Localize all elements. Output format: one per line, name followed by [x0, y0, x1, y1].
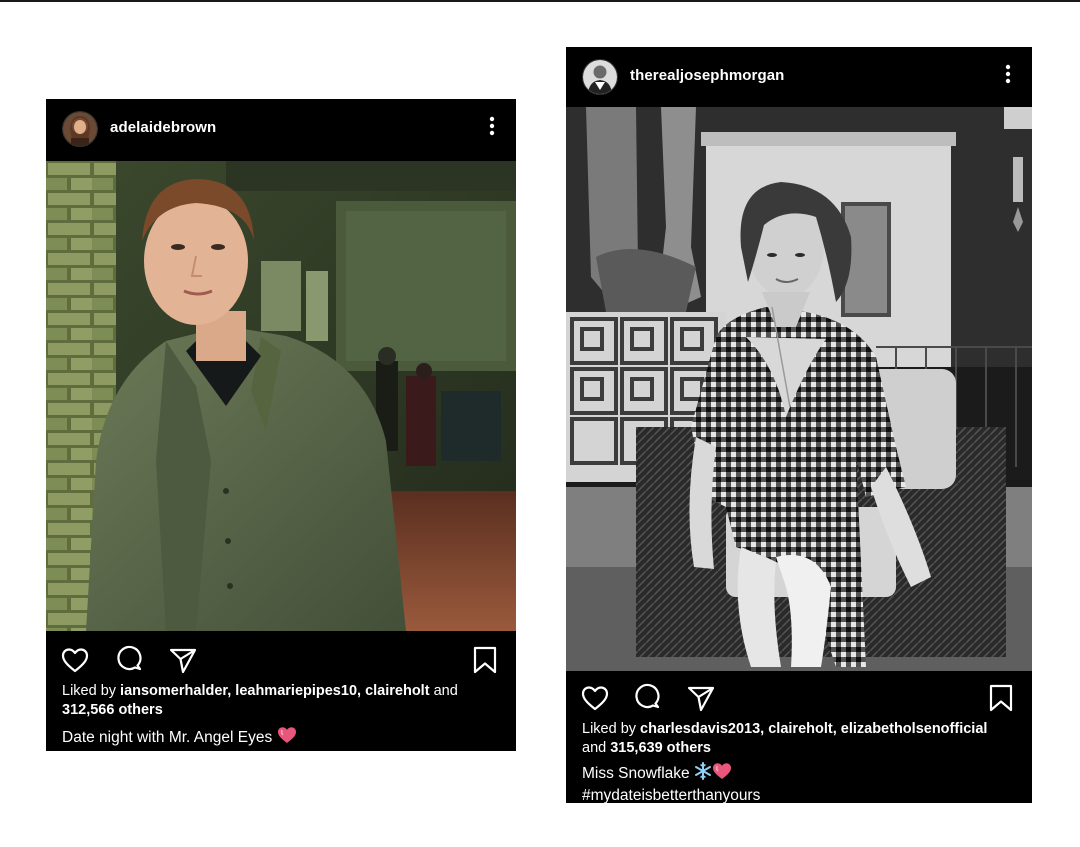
action-bar	[566, 677, 1032, 717]
heart-emoji	[712, 762, 732, 786]
snowflake-emoji	[694, 762, 712, 786]
avatar[interactable]	[62, 111, 98, 147]
more-vertical-icon[interactable]	[482, 113, 502, 139]
instagram-post-left: adelaidebrown Liked by iansomerhalder, l…	[46, 99, 516, 751]
likes-count[interactable]: 312,566 others	[62, 702, 163, 718]
post-header: adelaidebrown	[46, 99, 516, 161]
action-bar	[46, 639, 516, 679]
share-icon[interactable]	[168, 645, 198, 675]
likes-and: and	[429, 683, 458, 699]
post-caption: Miss Snowflake #mydateisbetterthanyours	[582, 762, 1018, 806]
liked-user[interactable]: elizabetholsenofficial	[841, 721, 988, 737]
likes-summary: Liked by charlesdavis2013, claireholt, e…	[582, 721, 988, 756]
avatar[interactable]	[582, 59, 618, 95]
likes-summary: Liked by iansomerhalder, leahmariepipes1…	[62, 683, 458, 718]
heart-icon[interactable]	[580, 683, 610, 713]
liked-user[interactable]: charlesdavis2013	[640, 721, 760, 737]
likes-and: and	[582, 740, 611, 756]
likes-prefix: Liked by	[582, 721, 641, 737]
comment-icon[interactable]	[115, 645, 145, 675]
instagram-post-right: therealjosephmorgan Liked by charlesdavi…	[566, 47, 1032, 806]
post-caption: Date night with Mr. Angel Eyes	[62, 726, 502, 750]
top-divider	[0, 0, 1080, 2]
heart-emoji	[277, 726, 297, 750]
liked-user[interactable]: claireholt	[768, 721, 832, 737]
hashtag-link[interactable]: #mydateisbetterthanyours	[582, 787, 760, 804]
more-vertical-icon[interactable]	[998, 61, 1018, 87]
liked-user[interactable]: leahmariepipes10	[235, 683, 357, 699]
username[interactable]: adelaidebrown	[110, 119, 216, 136]
bookmark-icon[interactable]	[986, 683, 1016, 713]
post-photo[interactable]	[46, 161, 516, 631]
caption-text: Miss Snowflake	[582, 765, 690, 782]
liked-user[interactable]: iansomerhalder	[120, 683, 227, 699]
comment-icon[interactable]	[633, 683, 663, 713]
likes-prefix: Liked by	[62, 683, 121, 699]
caption-text: Date night with Mr. Angel Eyes	[62, 729, 273, 746]
heart-icon[interactable]	[60, 645, 90, 675]
bookmark-icon[interactable]	[470, 645, 500, 675]
share-icon[interactable]	[686, 683, 716, 713]
username[interactable]: therealjosephmorgan	[630, 67, 784, 84]
post-header: therealjosephmorgan	[566, 47, 1032, 109]
likes-count[interactable]: 315,639 others	[610, 740, 711, 756]
post-photo[interactable]	[566, 107, 1032, 671]
liked-user[interactable]: claireholt	[365, 683, 429, 699]
